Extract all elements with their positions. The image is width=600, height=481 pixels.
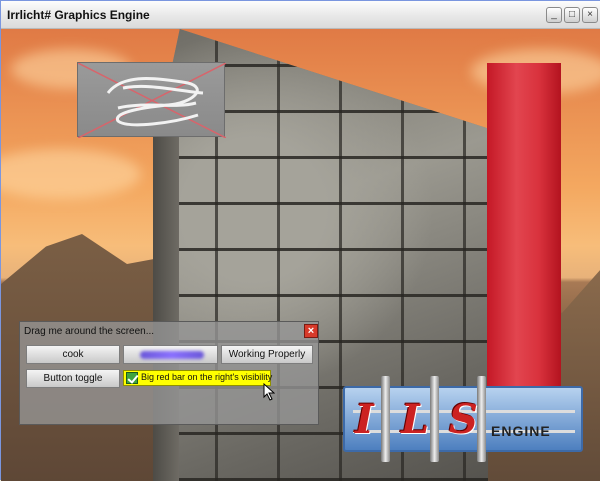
minimize-icon[interactable]: _ — [546, 7, 562, 23]
logo-pillar — [381, 376, 390, 462]
cook-button[interactable]: cook — [26, 345, 120, 364]
checkbox-checked-icon[interactable] — [126, 372, 138, 384]
window-title: Irrlicht# Graphics Engine — [7, 8, 150, 22]
button-toggle[interactable]: Button toggle — [26, 369, 120, 388]
texture-scribble-icon — [78, 63, 226, 138]
logo-word: ENGINE — [491, 423, 551, 439]
visibility-checkbox[interactable]: Big red bar on the right's visibility — [123, 370, 273, 386]
ils-engine-logo: I L S ENGINE — [343, 376, 583, 462]
close-icon[interactable]: × — [304, 324, 318, 338]
logo-pillar — [477, 376, 486, 462]
maximize-icon[interactable]: □ — [564, 7, 580, 23]
dialog-title: Drag me around the screen... — [24, 326, 155, 337]
working-properly-button[interactable]: Working Properly — [221, 345, 313, 364]
red-bar — [487, 63, 561, 403]
mouse-cursor-icon — [263, 383, 275, 401]
draggable-dialog[interactable]: Drag me around the screen... × cook Work… — [19, 321, 319, 425]
title-bar[interactable]: Irrlicht# Graphics Engine _ □ × — [1, 1, 600, 29]
app-window: Irrlicht# Graphics Engine _ □ × Drag me … — [0, 0, 600, 481]
logo-letter: S — [449, 396, 478, 443]
button-image — [140, 351, 204, 359]
logo-letter: L — [401, 396, 430, 443]
checkbox-label: Big red bar on the right's visibility — [141, 372, 273, 382]
sky-cloud — [1, 149, 141, 199]
close-icon[interactable]: × — [582, 7, 598, 23]
image-button[interactable] — [123, 345, 218, 364]
texture-image — [77, 62, 226, 138]
logo-pillar — [430, 376, 439, 462]
logo-letter: I — [355, 396, 374, 443]
